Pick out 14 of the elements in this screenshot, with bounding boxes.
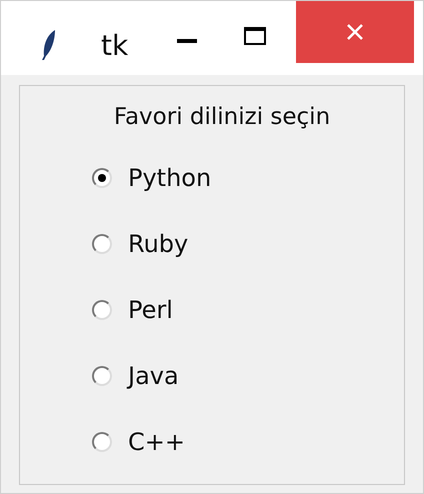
window-title: tk <box>101 28 128 64</box>
radio-button[interactable] <box>92 168 112 188</box>
feather-icon <box>41 29 57 61</box>
radio-option[interactable]: C++ <box>92 408 185 474</box>
close-icon <box>346 23 364 41</box>
radio-button[interactable] <box>92 366 112 386</box>
radio-option[interactable]: Java <box>92 342 179 408</box>
radio-button[interactable] <box>92 432 112 452</box>
radio-option[interactable]: Ruby <box>92 210 188 276</box>
group-label: Favori dilinizi seçin <box>114 103 330 132</box>
radio-button[interactable] <box>92 234 112 254</box>
radio-button[interactable] <box>92 300 112 320</box>
radio-option[interactable]: Perl <box>92 276 173 342</box>
radio-option[interactable]: Python <box>92 144 212 210</box>
